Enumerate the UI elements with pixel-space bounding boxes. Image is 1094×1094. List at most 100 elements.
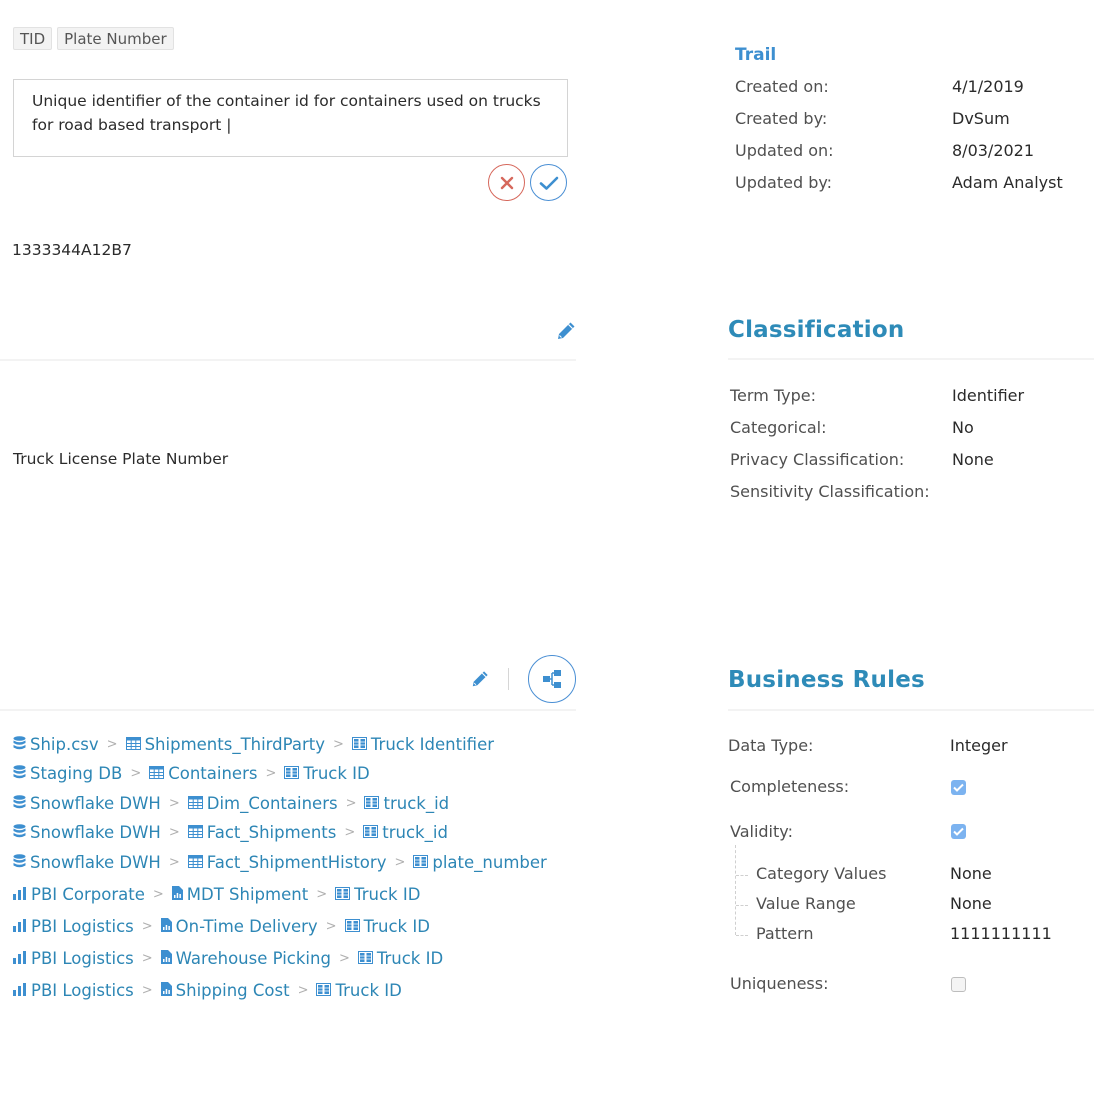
chevron-right-icon: > [141, 951, 153, 966]
column-icon [413, 853, 429, 872]
tag[interactable]: Plate Number [57, 27, 174, 50]
lineage-source[interactable]: Snowflake DWH [13, 794, 161, 813]
lineage-source[interactable]: PBI Logistics [13, 917, 134, 936]
lineage-source-label: Ship.csv [30, 735, 99, 754]
lineage-path: PBI Corporate > MDT Shipment > Truck ID [13, 885, 420, 904]
chevron-right-icon: > [152, 887, 164, 902]
chevron-right-icon: > [316, 887, 328, 902]
trail-label: Created by: [735, 109, 828, 128]
lineage-source-label: PBI Corporate [31, 885, 145, 904]
lineage-path: Snowflake DWH > Dim_Containers > truck_id [13, 794, 449, 813]
lineage-source[interactable]: PBI Logistics [13, 981, 134, 1000]
chevron-right-icon: > [394, 855, 406, 870]
trail-value: 4/1/2019 [952, 77, 1024, 96]
database-icon [13, 823, 26, 842]
uniqueness-label: Uniqueness: [730, 974, 829, 993]
edit-lineage-button[interactable] [471, 670, 489, 692]
lineage-table[interactable]: Fact_Shipments [187, 823, 337, 842]
close-icon [500, 176, 513, 189]
trail-label: Updated on: [735, 141, 834, 160]
description-input[interactable]: Unique identifier of the container id fo… [13, 79, 568, 157]
lineage-column-label: Truck ID [363, 917, 430, 936]
lineage-column[interactable]: truck_id [364, 794, 449, 813]
table-icon [187, 794, 203, 813]
column-icon [364, 794, 380, 813]
tag-list: TID Plate Number [13, 27, 174, 50]
cancel-button[interactable] [488, 164, 525, 201]
uniqueness-checkbox[interactable] [951, 977, 966, 992]
chevron-right-icon: > [325, 919, 337, 934]
table-icon [149, 764, 165, 783]
database-icon [13, 764, 26, 783]
lineage-table[interactable]: On-Time Delivery [160, 917, 318, 936]
lineage-source[interactable]: Ship.csv [13, 735, 99, 754]
classification-value: Identifier [952, 386, 1025, 405]
lineage-column[interactable]: Truck ID [335, 885, 420, 904]
lineage-column[interactable]: Truck ID [316, 981, 402, 1000]
pencil-icon [472, 671, 488, 687]
lineage-source[interactable]: Snowflake DWH [13, 823, 161, 842]
lineage-path: PBI Logistics > Warehouse Picking > Truck ID [13, 949, 443, 968]
lineage-source[interactable]: PBI Logistics [13, 949, 134, 968]
chevron-right-icon: > [168, 796, 180, 811]
bar-chart-icon [13, 917, 27, 936]
lineage-column-label: Truck Identifier [370, 735, 495, 754]
lineage-path: Snowflake DWH > Fact_ShipmentHistory > plate… [13, 853, 547, 872]
lineage-source[interactable]: Staging DB [13, 764, 122, 783]
classification-value: None [952, 450, 994, 469]
lineage-path: PBI Logistics > On-Time Delivery > Truck ID [13, 917, 430, 936]
confirm-button[interactable] [530, 164, 567, 201]
classification-label: Sensitivity Classification: [730, 482, 930, 501]
table-icon [187, 853, 203, 872]
chevron-right-icon: > [141, 919, 153, 934]
validity-rule-label: Value Range [756, 894, 856, 913]
lineage-table[interactable]: MDT Shipment [171, 885, 308, 904]
chevron-right-icon: > [333, 737, 344, 752]
chevron-right-icon: > [345, 796, 357, 811]
sample-value: 1333344A12B7 [12, 241, 132, 259]
lineage-column[interactable]: Truck ID [357, 949, 444, 968]
display-name: Truck License Plate Number [13, 450, 229, 468]
lineage-table-label: Fact_ShipmentHistory [206, 853, 387, 872]
lineage-table[interactable]: Containers [149, 764, 257, 783]
lineage-column[interactable]: truck_id [363, 823, 448, 842]
chevron-right-icon: > [168, 825, 180, 840]
lineage-column-label: Truck ID [303, 764, 370, 783]
lineage-table[interactable]: Warehouse Picking [160, 949, 331, 968]
lineage-column-label: truck_id [383, 794, 450, 813]
validity-checkbox[interactable] [951, 824, 966, 839]
trail-value: DvSum [952, 109, 1010, 128]
database-icon [13, 794, 26, 813]
lineage-path: Snowflake DWH > Fact_Shipments > truck_id [13, 823, 448, 842]
lineage-column[interactable]: Truck ID [284, 764, 370, 783]
tag[interactable]: TID [13, 27, 53, 50]
lineage-path: Staging DB > Containers > Truck ID [13, 764, 370, 783]
lineage-column-label: truck_id [382, 823, 448, 842]
lineage-table[interactable]: Dim_Containers [187, 794, 338, 813]
lineage-column[interactable]: Truck Identifier [351, 735, 495, 754]
divider [0, 709, 576, 711]
hierarchy-icon [543, 670, 561, 688]
check-icon [539, 176, 558, 190]
lineage-column[interactable]: plate_number [413, 853, 547, 872]
classification-title: Classification [728, 317, 905, 343]
lineage-source[interactable]: Snowflake DWH [13, 853, 161, 872]
lineage-table[interactable]: Fact_ShipmentHistory [187, 853, 387, 872]
lineage-graph-button[interactable] [528, 655, 576, 703]
lineage-column-label: Truck ID [376, 949, 444, 968]
classification-label: Categorical: [730, 418, 827, 437]
lineage-table[interactable]: Shipping Cost [160, 981, 290, 1000]
table-icon [125, 735, 141, 754]
lineage-column-label: plate_number [432, 853, 547, 872]
lineage-source[interactable]: PBI Corporate [13, 885, 145, 904]
lineage-table[interactable]: Shipments_ThirdParty [125, 735, 325, 754]
lineage-table-label: Warehouse Picking [175, 949, 331, 968]
tree-branch [736, 935, 748, 936]
edit-display-name-button[interactable] [556, 321, 576, 345]
chevron-right-icon: > [265, 766, 277, 781]
lineage-column[interactable]: Truck ID [344, 917, 430, 936]
completeness-checkbox[interactable] [951, 780, 966, 795]
validity-label: Validity: [730, 822, 793, 841]
lineage-table-label: Dim_Containers [206, 794, 338, 813]
lineage-table-label: Fact_Shipments [206, 823, 337, 842]
